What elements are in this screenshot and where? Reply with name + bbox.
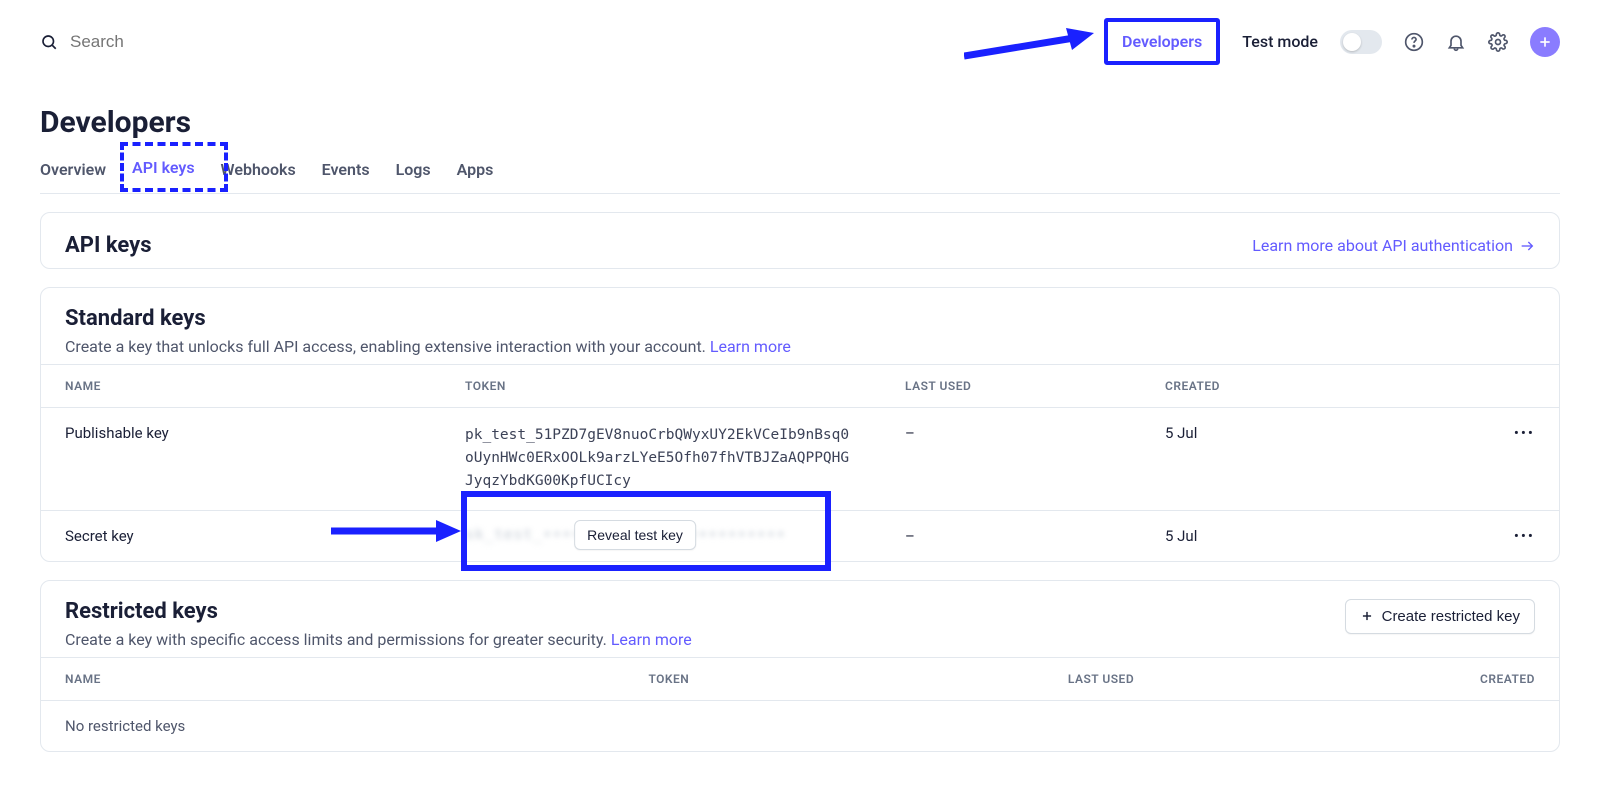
tab-events[interactable]: Events [322,158,370,181]
annotation-arrow-secret [331,516,461,546]
table-row-empty: No restricted keys [41,700,1559,751]
col-name: NAME [41,365,441,408]
col-last-used: LAST USED [881,365,1141,408]
create-restricted-key-button[interactable]: Create restricted key [1345,599,1535,634]
key-created: 5 Jul [1141,408,1490,511]
standard-keys-table: NAME TOKEN LAST USED CREATED Publishable… [41,364,1559,561]
api-auth-learn-link[interactable]: Learn more about API authentication [1252,236,1535,255]
reveal-test-key-button[interactable]: Reveal test key [574,520,696,550]
standard-keys-learn-more[interactable]: Learn more [710,337,791,356]
restricted-keys-learn-more[interactable]: Learn more [611,630,692,649]
tab-webhooks[interactable]: Webhooks [221,158,296,181]
search-icon [40,33,58,51]
table-row: Publishable key pk_test_51PZD7gEV8nuoCrb… [41,408,1559,511]
developers-link[interactable]: Developers [1104,18,1220,65]
key-name: Publishable key [41,408,441,511]
key-last-used: – [881,408,1141,511]
restricted-keys-title: Restricted keys [65,599,692,624]
key-token[interactable]: pk_test_51PZD7gEV8nuoCrbQWyxUY2EkVCeIb9n… [465,424,857,494]
bell-icon[interactable] [1446,32,1466,52]
tab-api-keys[interactable]: API keys [132,156,195,179]
restricted-keys-desc: Create a key with specific access limits… [65,630,692,649]
row-menu[interactable]: ••• [1490,510,1559,561]
col-created: CREATED [1158,657,1559,700]
search-wrap[interactable] [40,32,1088,52]
standard-keys-card: Standard keys Create a key that unlocks … [40,287,1560,562]
restricted-keys-card: Restricted keys Create a key with specif… [40,580,1560,752]
col-created: CREATED [1141,365,1490,408]
key-last-used: – [881,510,1141,561]
help-icon[interactable] [1404,32,1424,52]
tab-apps[interactable]: Apps [457,158,494,181]
test-mode-label: Test mode [1242,32,1318,51]
col-name: NAME [41,657,367,700]
key-created: 5 Jul [1141,510,1490,561]
plus-button[interactable] [1530,27,1560,57]
api-keys-title: API keys [65,233,152,258]
search-input[interactable] [70,32,270,52]
test-mode-toggle[interactable] [1340,30,1382,54]
tab-logs[interactable]: Logs [396,158,431,181]
col-token: TOKEN [441,365,881,408]
create-restricted-key-label: Create restricted key [1382,608,1520,625]
standard-keys-title: Standard keys [65,306,1535,331]
standard-keys-desc: Create a key that unlocks full API acces… [65,337,1535,356]
tab-overview[interactable]: Overview [40,158,106,181]
gear-icon[interactable] [1488,32,1508,52]
page-title: Developers [40,105,1560,140]
api-keys-card: API keys Learn more about API authentica… [40,212,1560,269]
table-row: Secret key sk_test_•••••••••••••••••••••… [41,510,1559,561]
empty-text: No restricted keys [41,700,1559,751]
col-token: TOKEN [367,657,713,700]
api-auth-learn-text: Learn more about API authentication [1252,236,1513,255]
row-menu[interactable]: ••• [1490,408,1559,511]
tabs: Overview API keys Webhooks Events Logs A… [40,158,1560,194]
col-last-used: LAST USED [713,657,1158,700]
annotation-arrow-developers [964,28,1094,68]
plus-icon [1360,609,1374,623]
arrow-right-icon [1519,238,1535,254]
restricted-keys-table: NAME TOKEN LAST USED CREATED No restrict… [41,657,1559,751]
